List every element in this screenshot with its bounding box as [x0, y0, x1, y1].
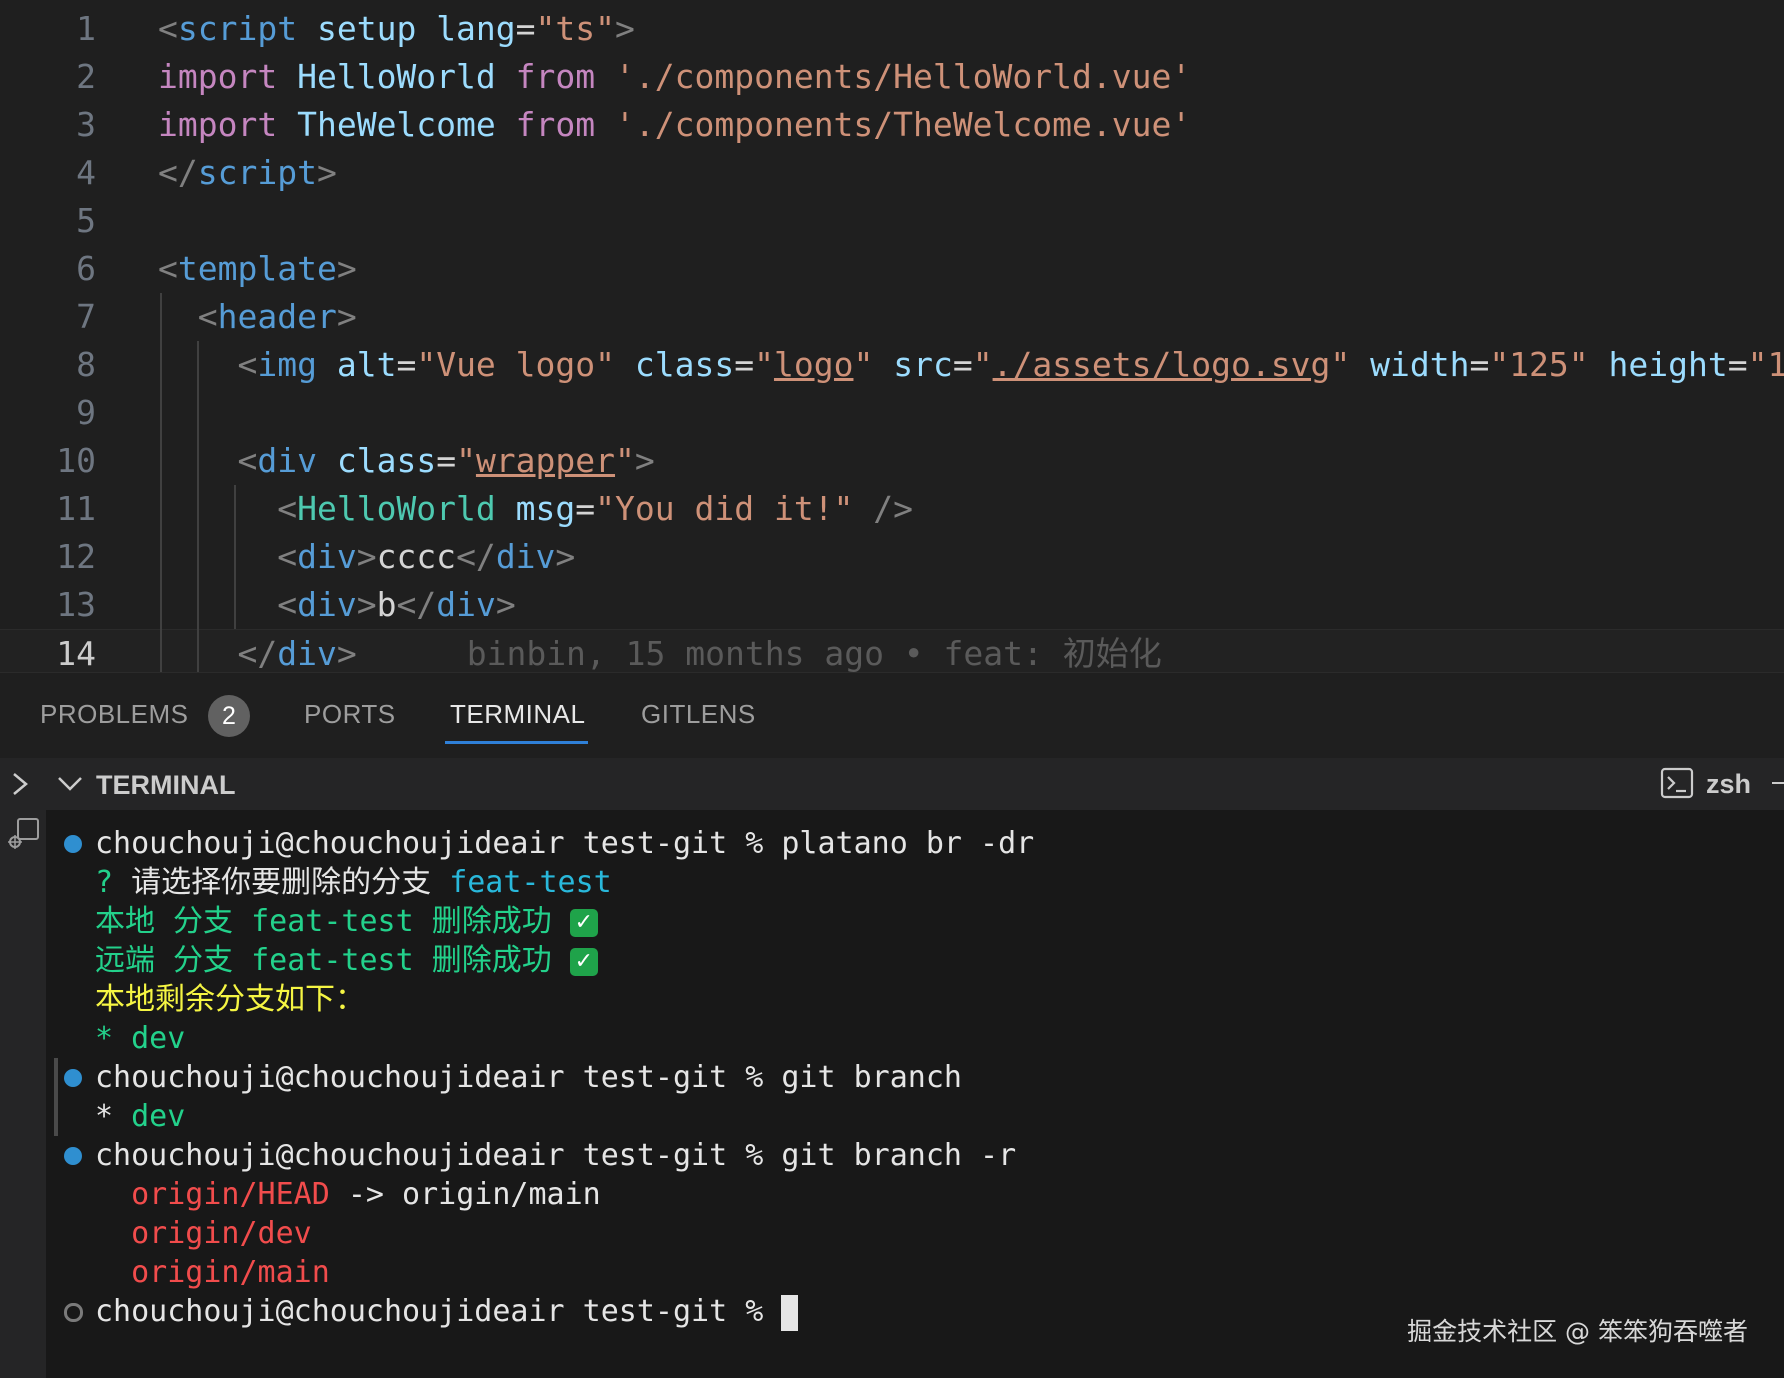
code-text: <div>cccc</div>	[277, 537, 576, 576]
terminal-line: chouchouji@chouchoujideair test-git %	[95, 1293, 799, 1331]
code-text: </script>	[158, 153, 337, 192]
terminal-line: 远端 分支 feat-test 删除成功 ✓	[95, 942, 598, 980]
code-text: <HelloWorld msg="You did it!" />	[277, 489, 914, 528]
terminal-shell-icon	[1660, 767, 1694, 799]
tab-terminal[interactable]: TERMINAL	[450, 699, 585, 730]
indent-guide	[234, 485, 236, 629]
code-line[interactable]: 14 </div> binbin, 15 months ago • feat: 初…	[0, 629, 1784, 672]
code-line[interactable]: 7 <header>	[0, 293, 1784, 341]
active-tab-indicator	[445, 741, 588, 744]
terminal-line: * dev	[95, 1021, 186, 1056]
code-line[interactable]: 13 <div>b</div>	[0, 581, 1784, 629]
terminal-section-title: TERMINAL	[96, 770, 236, 800]
command-status-dot[interactable]	[64, 1147, 82, 1165]
line-number: 2	[76, 57, 96, 96]
line-number: 8	[76, 345, 96, 384]
chevron-right-icon[interactable]	[10, 770, 30, 798]
code-text: </div> binbin, 15 months ago • feat: 初始化	[237, 634, 1162, 672]
line-number: 3	[76, 105, 96, 144]
terminal-shell-name[interactable]: zsh	[1706, 769, 1751, 800]
tab-ports[interactable]: PORTS	[304, 699, 396, 730]
line-number: 11	[56, 489, 96, 528]
code-text: <img alt="Vue logo" class="logo" src="./…	[237, 345, 1784, 384]
code-text: <header>	[197, 297, 357, 336]
tab-gitlens[interactable]: GITLENS	[641, 699, 756, 730]
code-line[interactable]: 3 import TheWelcome from './components/Th…	[0, 101, 1784, 149]
code-line[interactable]: 2 import HelloWorld from './components/He…	[0, 53, 1784, 101]
code-line[interactable]: 5	[0, 197, 1784, 245]
code-line[interactable]: 12 <div>cccc</div>	[0, 533, 1784, 581]
problems-count-badge: 2	[208, 695, 250, 737]
panel-tab-bar: PROBLEMS 2 PORTS TERMINAL GITLENS	[0, 672, 1784, 759]
code-editor[interactable]: 1 <script setup lang="ts"> 2 import HelloWo…	[0, 0, 1784, 672]
code-text: <script setup lang="ts">	[158, 9, 635, 48]
git-blame-annotation: binbin, 15 months ago • feat: 初始化	[466, 634, 1162, 672]
code-line[interactable]: 4 </script>	[0, 149, 1784, 197]
code-text: <div>b</div>	[277, 585, 516, 624]
code-line[interactable]: 6 <template>	[0, 245, 1784, 293]
terminal-line: 本地 分支 feat-test 删除成功 ✓	[95, 903, 598, 941]
terminal-cursor	[781, 1294, 799, 1331]
debug-console-icon[interactable]	[6, 816, 40, 850]
line-number: 5	[76, 201, 96, 240]
code-line[interactable]: 1 <script setup lang="ts">	[0, 5, 1784, 53]
line-number: 6	[76, 249, 96, 288]
line-number: 13	[56, 585, 96, 624]
tab-problems[interactable]: PROBLEMS	[40, 699, 189, 730]
line-number: 7	[76, 297, 96, 336]
chevron-down-icon[interactable]	[56, 772, 84, 796]
indent-guide	[197, 341, 199, 672]
code-text: <div class="wrapper">	[237, 441, 655, 480]
terminal-line: 本地剩余分支如下：	[95, 982, 365, 1017]
line-number: 12	[56, 537, 96, 576]
new-terminal-button[interactable]	[1772, 782, 1784, 784]
code-line[interactable]: 8 <img alt="Vue logo" class="logo" src="…	[0, 341, 1784, 389]
terminal-section-header[interactable]: TERMINAL zsh	[0, 758, 1784, 810]
code-line[interactable]: 10 <div class="wrapper">	[0, 437, 1784, 485]
check-mark-icon: ✓	[569, 908, 598, 937]
code-text: import HelloWorld from './components/Hel…	[158, 57, 1192, 96]
activity-side-strip	[0, 810, 46, 1378]
line-number: 14	[56, 634, 96, 672]
command-group-marker	[54, 1058, 58, 1136]
terminal-line: ? 请选择你要删除的分支 feat-test	[95, 865, 612, 900]
command-status-dot[interactable]	[64, 1069, 82, 1087]
terminal-line: origin/HEAD -> origin/main	[95, 1177, 601, 1212]
terminal-line: chouchouji@chouchoujideair test-git % gi…	[95, 1138, 1017, 1173]
terminal-line: origin/main	[95, 1255, 330, 1290]
code-line[interactable]: 11 <HelloWorld msg="You did it!" />	[0, 485, 1784, 533]
terminal-line: origin/dev	[95, 1216, 312, 1251]
line-number: 4	[76, 153, 96, 192]
code-text: <template>	[158, 249, 357, 288]
code-line[interactable]: 9	[0, 389, 1784, 437]
line-number: 9	[76, 393, 96, 432]
terminal-line: chouchouji@chouchoujideair test-git % gi…	[95, 1060, 962, 1095]
command-status-dot[interactable]	[64, 835, 82, 853]
watermark: 掘金技术社区 @ 笨笨狗吞噬者	[1407, 1317, 1748, 1346]
code-text: import TheWelcome from './components/The…	[158, 105, 1192, 144]
check-mark-icon: ✓	[569, 947, 598, 976]
line-number: 1	[76, 9, 96, 48]
command-status-dot[interactable]	[64, 1303, 83, 1322]
terminal-line: chouchouji@chouchoujideair test-git % pl…	[95, 826, 1035, 861]
indent-guide	[160, 293, 162, 672]
line-number: 10	[56, 441, 96, 480]
terminal-line: * dev	[95, 1099, 186, 1134]
